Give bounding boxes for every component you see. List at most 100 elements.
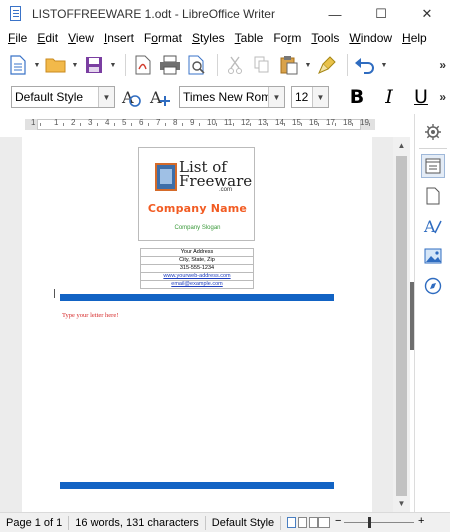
view-layout-buttons bbox=[281, 517, 332, 528]
ruler-number: 12 bbox=[241, 118, 250, 127]
scroll-down-arrow[interactable]: ▼ bbox=[393, 495, 410, 512]
ruler-tick bbox=[148, 123, 149, 126]
menu-window[interactable]: Window bbox=[344, 31, 397, 45]
undo-dropdown-arrow[interactable]: ▼ bbox=[380, 53, 388, 77]
styles-icon[interactable]: A bbox=[421, 214, 445, 238]
menu-help[interactable]: Help bbox=[397, 31, 432, 45]
ruler-tick bbox=[131, 123, 132, 126]
properties-icon[interactable] bbox=[421, 154, 445, 178]
logo-text: List of Freeware bbox=[179, 160, 252, 189]
city-state-zip-cell[interactable]: City, State, Zip bbox=[140, 256, 254, 265]
formatting-overflow-button[interactable]: » bbox=[439, 90, 446, 104]
page-style[interactable]: Default Style bbox=[206, 517, 280, 529]
cut-icon[interactable] bbox=[223, 53, 247, 77]
header-divider-bar bbox=[60, 294, 334, 301]
vertical-scrollbar[interactable]: ▲ ▼ bbox=[393, 137, 410, 512]
print-preview-icon[interactable] bbox=[185, 53, 209, 77]
navigator-icon[interactable] bbox=[421, 274, 445, 298]
menu-form[interactable]: Form bbox=[268, 31, 306, 45]
window-title: LISTOFFREEWARE 1.odt - LibreOffice Write… bbox=[32, 7, 275, 21]
menu-styles[interactable]: Styles bbox=[187, 31, 230, 45]
document-page[interactable]: List of Freeware .com Company Name Compa… bbox=[22, 137, 372, 512]
scroll-thumb[interactable] bbox=[396, 156, 407, 496]
table-row: 315-555-1234 bbox=[140, 264, 254, 273]
paragraph-style-select[interactable]: Default Style ▼ bbox=[11, 86, 115, 108]
list-of-freeware-logo: List of Freeware .com bbox=[155, 160, 252, 194]
menu-file[interactable]: File bbox=[3, 31, 32, 45]
toolbar-separator bbox=[217, 54, 218, 76]
zoom-slider[interactable] bbox=[344, 522, 414, 523]
window-controls: — ☐ ✕ bbox=[312, 0, 450, 28]
multi-page-view-icon[interactable] bbox=[309, 517, 319, 528]
copy-icon[interactable] bbox=[250, 53, 274, 77]
menu-edit[interactable]: Edit bbox=[32, 31, 63, 45]
menu-view[interactable]: View bbox=[63, 31, 99, 45]
menu-insert[interactable]: Insert bbox=[99, 31, 139, 45]
menu-tools[interactable]: Tools bbox=[306, 31, 344, 45]
font-size-select[interactable]: 12 ▼ bbox=[291, 86, 329, 108]
menu-format[interactable]: Format bbox=[139, 31, 187, 45]
ruler-tick bbox=[301, 123, 302, 126]
clone-formatting-icon[interactable] bbox=[315, 53, 339, 77]
writer-app-icon bbox=[8, 6, 24, 22]
zoom-in-button[interactable]: + bbox=[418, 515, 424, 527]
save-icon[interactable] bbox=[82, 53, 106, 77]
toolbar-overflow-button[interactable]: » bbox=[439, 58, 446, 72]
chevron-down-icon[interactable]: ▼ bbox=[98, 87, 114, 107]
ruler-area: 1 1 2 3 4 5 6 7 8 9 10 11 12 13 14 15 16 17 18 19 bbox=[0, 114, 412, 136]
update-style-icon[interactable]: A bbox=[118, 84, 144, 110]
ruler-number: 15 bbox=[292, 118, 301, 127]
scroll-up-arrow[interactable]: ▲ bbox=[393, 137, 410, 154]
gallery-icon[interactable] bbox=[421, 244, 445, 268]
word-count[interactable]: 16 words, 131 characters bbox=[69, 517, 205, 529]
save-dropdown-arrow[interactable]: ▼ bbox=[109, 53, 117, 77]
ruler-tick bbox=[114, 123, 115, 126]
ruler-number: 3 bbox=[88, 118, 93, 127]
ruler-tick bbox=[165, 123, 166, 126]
address-cell[interactable]: Your Address bbox=[140, 248, 254, 257]
zoom-slider-handle[interactable] bbox=[368, 517, 371, 528]
font-name-select[interactable]: Times New Roman ▼ bbox=[179, 86, 285, 108]
close-button[interactable]: ✕ bbox=[404, 0, 450, 28]
bold-button[interactable]: B bbox=[344, 84, 370, 110]
zoom-out-button[interactable]: − bbox=[335, 515, 341, 527]
page-icon[interactable] bbox=[421, 184, 445, 208]
maximize-button[interactable]: ☐ bbox=[358, 0, 404, 28]
ruler-number: 11 bbox=[224, 118, 233, 127]
minimize-button[interactable]: — bbox=[312, 0, 358, 28]
italic-button[interactable]: I bbox=[376, 84, 402, 110]
undo-icon[interactable] bbox=[353, 53, 377, 77]
book-view-icon[interactable] bbox=[318, 517, 331, 528]
chevron-down-icon[interactable]: ▼ bbox=[312, 87, 328, 107]
ruler-number: 5 bbox=[122, 118, 127, 127]
gear-icon[interactable] bbox=[421, 120, 445, 144]
paste-icon[interactable] bbox=[277, 53, 301, 77]
ruler-tick bbox=[80, 123, 81, 126]
new-document-icon[interactable] bbox=[6, 53, 30, 77]
paste-dropdown-arrow[interactable]: ▼ bbox=[304, 53, 312, 77]
multi-page-view-icon[interactable] bbox=[298, 517, 308, 528]
new-dropdown-arrow[interactable]: ▼ bbox=[33, 53, 41, 77]
new-style-icon[interactable]: A bbox=[147, 84, 173, 110]
print-icon[interactable] bbox=[158, 53, 182, 77]
single-page-view-icon[interactable] bbox=[287, 517, 297, 528]
underline-button[interactable]: U bbox=[408, 84, 434, 110]
export-pdf-icon[interactable] bbox=[131, 53, 155, 77]
horizontal-ruler[interactable]: 1 1 2 3 4 5 6 7 8 9 10 11 12 13 14 15 16 17 18 19 bbox=[25, 117, 375, 131]
ruler-number: 2 bbox=[71, 118, 76, 127]
ruler-tick bbox=[267, 123, 268, 126]
website-cell[interactable]: www.yourweb-address.com bbox=[140, 272, 254, 281]
open-dropdown-arrow[interactable]: ▼ bbox=[71, 53, 79, 77]
ruler-number: 1 bbox=[31, 118, 36, 127]
logo-domain: .com bbox=[219, 187, 233, 193]
document-area[interactable]: List of Freeware .com Company Name Compa… bbox=[0, 137, 393, 512]
menu-table[interactable]: Table bbox=[230, 31, 269, 45]
ruler-number: 6 bbox=[139, 118, 144, 127]
email-cell[interactable]: email@example.com bbox=[140, 280, 254, 289]
chevron-down-icon[interactable]: ▼ bbox=[268, 87, 284, 107]
letter-placeholder-text[interactable]: Type your letter here! bbox=[62, 312, 118, 319]
open-folder-icon[interactable] bbox=[44, 53, 68, 77]
paragraph-style-value: Default Style bbox=[15, 90, 84, 104]
page-count[interactable]: Page 1 of 1 bbox=[0, 517, 68, 529]
phone-cell[interactable]: 315-555-1234 bbox=[140, 264, 254, 273]
